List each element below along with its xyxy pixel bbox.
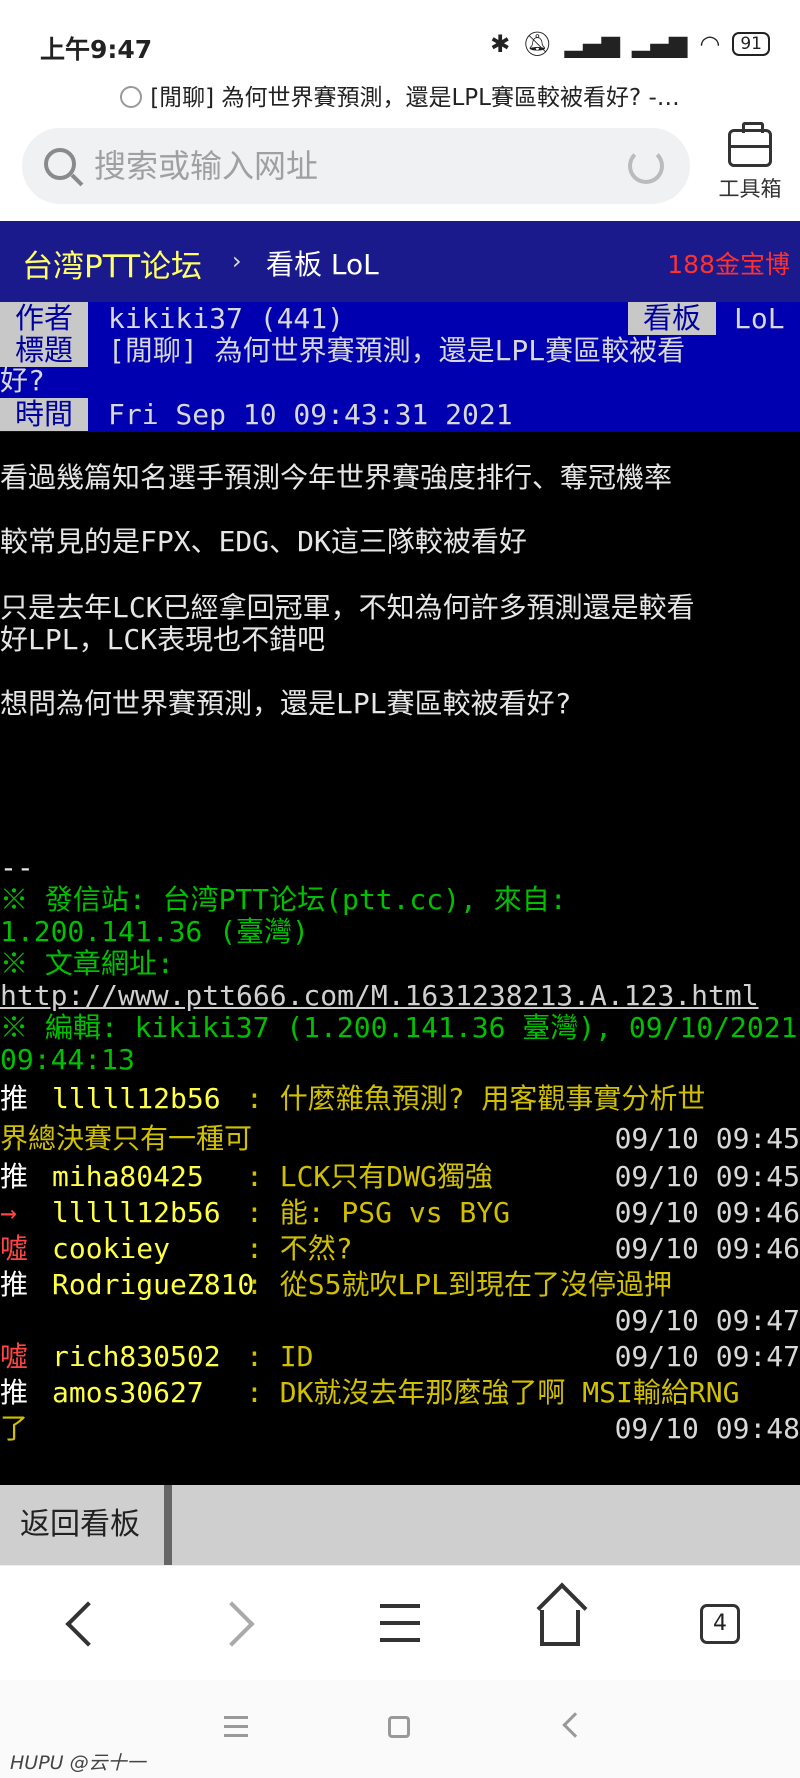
push-tag: → <box>0 1196 17 1229</box>
push-user: amos30627 <box>52 1376 204 1409</box>
home-icon <box>540 1610 580 1646</box>
mute-icon: 🔕︎ <box>522 30 553 58</box>
push-content: : 從S5就吹LPL到現在了沒停過押 <box>246 1268 673 1301</box>
search-input[interactable] <box>94 142 614 190</box>
push-date: 09/10 09:46 <box>614 1196 800 1229</box>
time-value: Fri Sep 10 09:43:31 2021 <box>108 398 513 431</box>
site-link[interactable]: 台湾PTT论坛 <box>22 241 202 286</box>
battery-icon: 91 <box>732 32 770 56</box>
status-icons: ✱ 🔕︎ ▂▄▆ ▂▄▆ ◠ 91 <box>490 30 770 58</box>
author-value: kikiki37 (441) <box>108 302 345 335</box>
push-content: : 什麼雜魚預測? 用客觀事實分析世 <box>246 1082 706 1115</box>
push-content-cont: 界總決賽只有一種可 <box>0 1122 253 1155</box>
search-icon <box>44 148 76 180</box>
page-title: [閒聊] 為何世界賽預測，還是LPL賽區較被看好? -… <box>150 85 680 111</box>
board-link[interactable]: 看板 LoL <box>266 243 379 283</box>
body-line: 看過幾篇知名選手預測今年世界賽強度排行、奪冠機率 <box>0 461 673 494</box>
bottom-action-bar: 返回看板 <box>0 1485 800 1565</box>
push-date: 09/10 09:47 <box>614 1340 800 1373</box>
signal-icon: ▂▄▆ <box>564 30 621 58</box>
push-tag: 噓 <box>0 1340 29 1373</box>
menu-button[interactable] <box>360 1566 440 1681</box>
push-user: cookiey <box>52 1232 171 1265</box>
signature-url-label: ※ 文章網址: <box>0 947 174 980</box>
home-system-button[interactable] <box>388 1716 410 1738</box>
push-tag: 推 <box>0 1082 29 1115</box>
signature-station: ※ 發信站: 台湾PTT论坛(ptt.cc), 來自: <box>0 883 567 916</box>
author-tag: 作者 <box>0 302 89 335</box>
push-date: 09/10 09:48 <box>614 1412 800 1445</box>
push-tag: 推 <box>0 1376 29 1409</box>
menu-icon <box>380 1604 420 1608</box>
bluetooth-icon: ✱ <box>490 30 511 58</box>
wifi-icon: ◠ <box>699 30 721 58</box>
signature-dashes: -- <box>0 851 34 884</box>
browser-nav-bar: 4 <box>0 1565 800 1680</box>
push-content: : LCK只有DWG獨強 <box>246 1160 493 1193</box>
push-user: miha80425 <box>52 1160 204 1193</box>
title-tag: 標題 <box>0 334 89 367</box>
breadcrumb-separator: › <box>232 247 242 275</box>
toolbox-icon <box>728 122 772 167</box>
ptt-header: 台湾PTT论坛 › 看板 LoL 188金宝博 <box>0 221 800 302</box>
tab-count-icon: 4 <box>700 1604 740 1644</box>
toolbox-label: 工具箱 <box>718 177 782 201</box>
status-bar: 上午9:47 ✱ 🔕︎ ▂▄▆ ▂▄▆ ◠ 91 <box>0 0 800 90</box>
title-value: [閒聊] 為何世界賽預測，還是LPL賽區較被看 <box>108 334 686 367</box>
body-line: 只是去年LCK已經拿回冠軍，不知為何許多預測還是較看 <box>0 591 695 624</box>
address-bar[interactable] <box>22 128 690 204</box>
push-content: : DK就沒去年那麼強了啊 MSI輸給RNG <box>246 1376 740 1409</box>
watermark: HUPU @云十一 <box>10 1752 146 1774</box>
push-date: 09/10 09:47 <box>614 1304 800 1337</box>
push-date: 09/10 09:45 <box>614 1160 800 1193</box>
toolbox-button[interactable]: 工具箱 <box>700 122 800 203</box>
signature-station-ip: 1.200.141.36 (臺灣) <box>0 915 309 948</box>
back-button[interactable] <box>40 1566 120 1681</box>
body-line: 較常見的是FPX、EDG、DK這三隊較被看好 <box>0 525 527 558</box>
status-time: 上午9:47 <box>40 35 153 64</box>
page-title-bar: [閒聊] 為何世界賽預測，還是LPL賽區較被看好? -… <box>0 78 800 114</box>
signature-edit-time: 09:44:13 <box>0 1043 135 1076</box>
push-user: lllll12b56 <box>52 1082 221 1115</box>
time-tag: 時間 <box>0 398 89 431</box>
chevron-right-icon <box>209 1601 255 1647</box>
chevron-left-icon <box>65 1601 111 1647</box>
article-meta: 作者 kikiki37 (441) 看板 LoL 標題 [閒聊] 為何世界賽預測… <box>0 302 800 432</box>
globe-icon <box>120 86 143 108</box>
ad-link[interactable]: 188金宝博 <box>667 245 790 281</box>
push-row: 推 lllll12b56 : 什麼雜魚預測? 用客觀事實分析世 <box>0 1082 800 1122</box>
push-content: : 能: PSG vs BYG <box>246 1196 511 1229</box>
home-button[interactable] <box>520 1566 600 1681</box>
forward-button[interactable] <box>200 1566 280 1681</box>
push-date: 09/10 09:46 <box>614 1232 800 1265</box>
push-user: RodrigueZ810 <box>52 1268 255 1301</box>
board-value: LoL <box>734 302 785 335</box>
push-date: 09/10 09:45 <box>614 1122 800 1155</box>
signature-edit: ※ 編輯: kikiki37 (1.200.141.36 臺灣), 09/10/… <box>0 1011 798 1044</box>
article-url-link[interactable]: http://www.ptt666.com/M.1631238213.A.123… <box>0 980 759 1012</box>
push-content: : 不然? <box>246 1232 353 1265</box>
push-content-cont: 了 <box>0 1412 29 1445</box>
board-tag: 看板 <box>628 302 717 335</box>
push-content: : ID <box>246 1340 314 1373</box>
push-user: rich830502 <box>52 1340 221 1373</box>
title-value-cont: 好? <box>0 364 45 397</box>
article-content: 看過幾篇知名選手預測今年世界賽強度排行、奪冠機率 較常見的是FPX、EDG、DK… <box>0 432 800 1485</box>
tabs-button[interactable]: 4 <box>680 1566 760 1681</box>
body-line: 好LPL，LCK表現也不錯吧 <box>0 623 326 656</box>
push-tag: 推 <box>0 1268 29 1301</box>
back-system-button[interactable] <box>562 1712 588 1738</box>
signal-hd-icon: ▂▄▆ <box>632 30 688 58</box>
body-line: 想問為何世界賽預測，還是LPL賽區較被看好? <box>0 687 572 720</box>
push-tag: 噓 <box>0 1232 29 1265</box>
recents-button[interactable] <box>224 1716 248 1737</box>
back-to-board-button[interactable]: 返回看板 <box>0 1485 172 1565</box>
push-tag: 推 <box>0 1160 29 1193</box>
push-user: lllll12b56 <box>52 1196 221 1229</box>
reload-icon[interactable] <box>628 148 664 184</box>
